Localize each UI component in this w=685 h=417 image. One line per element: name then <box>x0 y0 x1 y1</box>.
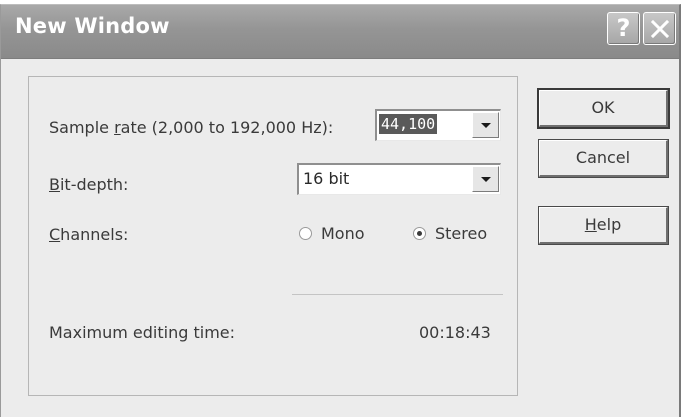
cancel-button[interactable]: Cancel <box>539 140 668 177</box>
separator <box>292 294 503 295</box>
close-button[interactable] <box>643 12 676 45</box>
help-icon: ? <box>616 14 631 42</box>
help-title-button[interactable]: ? <box>607 12 640 45</box>
bit-depth-label: Bit-depth: <box>49 175 129 194</box>
radio-selected-dot <box>417 231 422 236</box>
help-button[interactable]: Help <box>539 207 668 244</box>
mnemonic-r: r <box>114 118 121 137</box>
sample-rate-value[interactable]: 44,100 <box>379 114 438 134</box>
bit-depth-dropdown-button[interactable] <box>472 166 499 192</box>
dialog-window: New Window ? Sample rate (2,000 to 192,0… <box>0 4 681 417</box>
close-icon <box>650 19 670 39</box>
sample-rate-label: Sample rate (2,000 to 192,000 Hz): <box>49 118 334 137</box>
ok-button[interactable]: OK <box>539 90 668 127</box>
stereo-label[interactable]: Stereo <box>435 224 487 243</box>
chevron-down-icon <box>481 177 491 182</box>
mono-label[interactable]: Mono <box>321 224 365 243</box>
radio-circle[interactable] <box>413 227 426 240</box>
bit-depth-select[interactable]: 16 bit <box>297 163 501 195</box>
max-editing-time-value: 00:18:43 <box>419 323 491 342</box>
window-title: New Window <box>15 14 170 38</box>
chevron-down-icon <box>481 123 491 128</box>
sample-rate-combobox[interactable]: 44,100 <box>375 109 501 141</box>
settings-group: Sample rate (2,000 to 192,000 Hz): 44,10… <box>28 76 518 396</box>
radio-circle[interactable] <box>299 227 312 240</box>
title-bar[interactable]: New Window ? <box>1 5 679 59</box>
sample-rate-dropdown-button[interactable] <box>472 112 499 138</box>
max-editing-time-label: Maximum editing time: <box>49 323 236 342</box>
channels-label: Channels: <box>49 225 129 244</box>
bit-depth-value: 16 bit <box>303 169 350 188</box>
